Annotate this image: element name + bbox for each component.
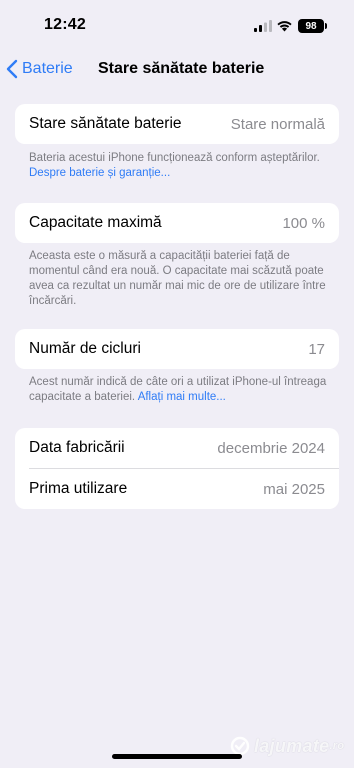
cycle-count-row: Număr de cicluri 17 [15,329,339,369]
status-time: 12:42 [44,16,86,33]
battery-level: 98 [305,20,317,32]
battery-warranty-link[interactable]: Despre baterie și garanție... [29,167,170,179]
learn-more-link[interactable]: Aflați mai multe... [138,391,226,403]
wifi-icon [277,21,292,32]
watermark-text: lajumate [254,735,330,756]
signal-icon [254,20,272,32]
manufacture-date-value: decembrie 2024 [217,439,325,457]
maximum-capacity-footnote: Aceasta este o măsură a capacității bate… [29,250,326,307]
first-use-row: Prima utilizare mai 2025 [15,469,339,509]
battery-icon: 98 [298,19,327,33]
navigation-bar: Baterie Stare sănătate baterie [0,52,354,86]
maximum-capacity-row: Capacitate maximă 100 % [15,203,339,243]
battery-health-label: Stare sănătate baterie [29,115,182,132]
maximum-capacity-label: Capacitate maximă [29,214,162,231]
back-button[interactable]: Baterie [6,57,73,81]
battery-health-row: Stare sănătate baterie Stare normală [15,104,339,144]
first-use-label: Prima utilizare [29,480,128,497]
home-indicator[interactable] [112,754,242,759]
maximum-capacity-card: Capacitate maximă 100 % [15,203,339,243]
lajumate-logo-icon [230,736,250,756]
cycle-count-card: Număr de cicluri 17 [15,329,339,369]
chevron-left-icon [6,59,18,79]
page-title: Stare sănătate baterie [98,60,265,77]
status-bar: 12:42 98 [0,0,354,46]
first-use-value: mai 2025 [263,480,325,498]
manufacture-date-label: Data fabricării [29,439,125,456]
battery-health-footnote: Bateria acestui iPhone funcționează conf… [29,151,339,181]
dates-card: Data fabricării decembrie 2024 Prima uti… [15,428,339,509]
cycle-count-footnote: Acest număr indică de câte ori a utiliza… [29,375,339,405]
battery-health-value: Stare normală [230,115,325,133]
battery-health-card: Stare sănătate baterie Stare normală [15,104,339,144]
watermark-tld: .ro [329,740,345,752]
manufacture-date-row: Data fabricării decembrie 2024 [15,428,339,468]
cycle-count-value: 17 [308,340,325,358]
watermark: lajumate .ro [230,732,354,760]
back-label: Baterie [22,60,73,77]
cycle-count-label: Număr de cicluri [29,340,141,357]
maximum-capacity-value: 100 % [282,214,325,232]
battery-health-footnote-text: Bateria acestui iPhone funcționează conf… [29,152,320,164]
